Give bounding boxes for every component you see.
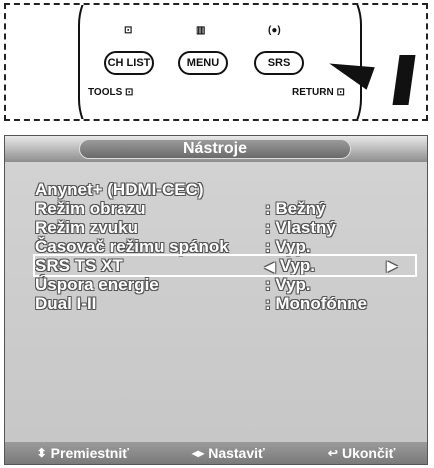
srs-small-icon: (●): [268, 25, 281, 36]
tools-label: TOOLS ⊡: [88, 87, 134, 98]
up-down-icon: ⬍: [36, 446, 47, 460]
tools-icon: ⊡: [125, 87, 134, 98]
pointer-bar: [392, 55, 416, 105]
menu-item-value: : Vyp.: [265, 236, 311, 256]
menu-item-label: SRS TS XT: [35, 255, 123, 275]
menu-item-anynet[interactable]: Anynet+ (HDMI-CEC): [35, 180, 415, 199]
return-icon: ⊡: [336, 87, 345, 98]
menu-item-energy-saving[interactable]: Úspora energie : Vyp.: [35, 275, 415, 294]
srs-button[interactable]: SRS: [254, 51, 304, 75]
return-icon: ↩: [327, 446, 338, 460]
arrow-right-icon[interactable]: ▶: [387, 258, 397, 274]
arrow-left-icon[interactable]: ◀: [265, 259, 275, 274]
menu-item-sleep-timer[interactable]: Časovač režimu spánok : Vyp.: [35, 237, 415, 256]
remote-illustration: ⊡ ▥ (●) CH LIST MENU SRS TOOLS ⊡ RETURN …: [4, 3, 428, 121]
menu-item-value: : Vyp.: [265, 274, 311, 294]
menu-item-value: : Vlastný: [265, 217, 336, 237]
menu-item-dual[interactable]: Dual I-II : Monofónne: [35, 294, 415, 313]
menu-small-icon: ▥: [196, 25, 206, 36]
osd-header: Nástroje: [5, 136, 427, 162]
return-label: RETURN ⊡: [292, 87, 345, 98]
menu-item-value: : Bežný: [265, 198, 326, 218]
ch-list-small-icon: ⊡: [124, 25, 133, 36]
footer-adjust: ◂▸ Nastaviť: [192, 445, 265, 461]
menu-button[interactable]: MENU: [178, 51, 228, 75]
menu-item-label: Režim obrazu: [35, 198, 146, 218]
menu-item-value: : Monofónne: [265, 293, 367, 313]
menu-item-srs-ts-xt[interactable]: SRS TS XT ◀ Vyp. ▶: [33, 254, 417, 277]
menu-item-label: Režim zvuku: [35, 217, 138, 237]
menu-item-label: Časovač režimu spánok: [35, 236, 229, 256]
menu-list: Anynet+ (HDMI-CEC) Režim obrazu : Bežný …: [33, 180, 417, 313]
ch-list-button[interactable]: CH LIST: [104, 51, 154, 75]
osd-title: Nástroje: [79, 139, 351, 159]
menu-item-value: ◀ Vyp.: [265, 255, 316, 275]
menu-item-label: Úspora energie: [35, 274, 159, 294]
tools-osd-menu: Nástroje Anynet+ (HDMI-CEC) Režim obrazu…: [4, 135, 428, 465]
left-right-icon: ◂▸: [192, 446, 205, 460]
osd-footer: ⬍ Premiestniť ◂▸ Nastaviť ↩ Ukončiť: [5, 442, 427, 464]
menu-item-label: Dual I-II: [35, 293, 97, 313]
menu-item-picture-mode[interactable]: Režim obrazu : Bežný: [35, 199, 415, 218]
footer-exit: ↩ Ukončiť: [327, 445, 396, 461]
menu-item-sound-mode[interactable]: Režim zvuku : Vlastný: [35, 218, 415, 237]
menu-item-label: Anynet+ (HDMI-CEC): [35, 179, 204, 199]
footer-move: ⬍ Premiestniť: [36, 445, 129, 461]
